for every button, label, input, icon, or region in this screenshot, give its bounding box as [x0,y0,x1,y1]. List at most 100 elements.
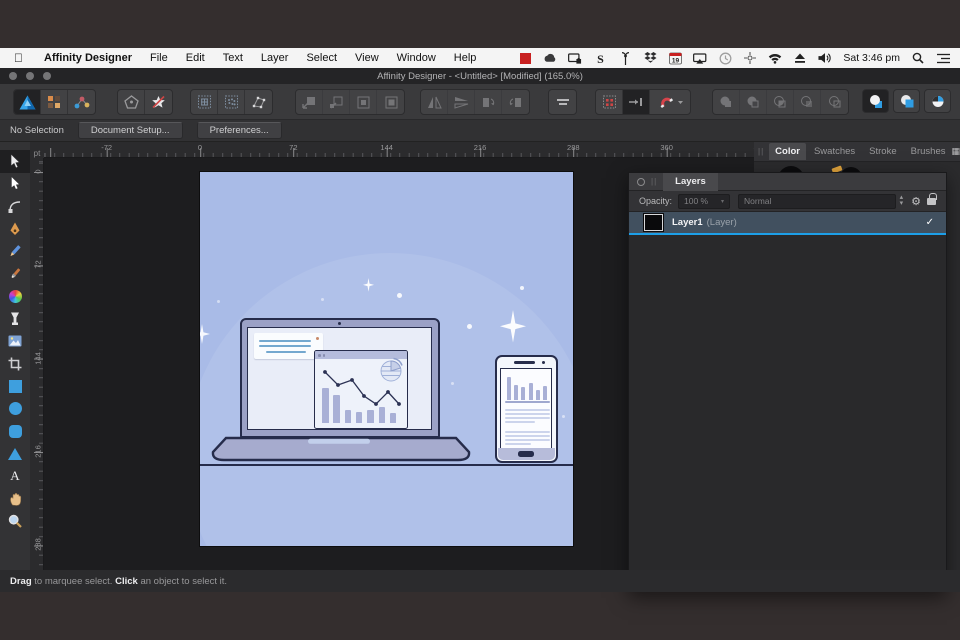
window-title-bar[interactable]: Affinity Designer - <Untitled> [Modified… [0,68,960,84]
tool-ellipse[interactable] [0,398,30,421]
tool-rounded-rectangle[interactable] [0,420,30,443]
layer-row[interactable]: Layer1 (Layer) ✓ [629,212,946,235]
dropbox-icon[interactable] [643,51,657,65]
eject-icon[interactable] [793,51,807,65]
document-setup-button[interactable]: Document Setup... [77,122,183,139]
panel-menu-icon[interactable]: ▦▾ [951,146,960,157]
boolean-subtract-button[interactable] [740,90,767,114]
display-mirror-icon[interactable] [568,51,582,65]
menu-view[interactable]: View [346,52,388,64]
designer-persona-button[interactable] [14,90,41,114]
notification-center-icon[interactable] [936,51,950,65]
layers-tab[interactable]: Layers [663,172,718,191]
dot-grid-button[interactable] [218,90,245,114]
show-grid-button[interactable] [191,90,218,114]
menu-text[interactable]: Text [214,52,252,64]
horizontal-ruler[interactable]: -72072144216288360432 [44,142,754,158]
rotate-cw-button[interactable] [502,90,529,114]
time-machine-icon[interactable] [718,51,732,65]
pixel-persona-button[interactable] [41,90,68,114]
insert-behind-button[interactable] [296,90,323,114]
tool-transparency[interactable] [0,308,30,331]
tool-node[interactable] [0,173,30,196]
sparkle-dot [520,286,524,290]
replace-selection-button[interactable] [377,90,404,114]
insert-on-top-button[interactable] [323,90,350,114]
cloud-icon[interactable] [543,51,557,65]
menu-bar-clock[interactable]: Sat 3:46 pm [843,52,900,64]
panel-tab-color[interactable]: Color [769,143,806,160]
tool-zoom[interactable] [0,510,30,533]
boolean-divide-button[interactable] [794,90,821,114]
wifi-icon[interactable] [768,51,782,65]
panel-drag-handle[interactable]: || [758,147,764,156]
apple-menu-icon[interactable]:  [14,51,23,65]
transform-grid-button[interactable] [245,90,272,114]
flip-horizontal-button[interactable] [421,90,448,114]
menu-affinity-designer[interactable]: Affinity Designer [35,52,141,64]
tool-vector-crop[interactable] [0,353,30,376]
blend-mode-dropdown[interactable]: Normal [738,193,896,209]
layers-panel-header[interactable]: || Layers [629,172,946,191]
panel-tab-stroke[interactable]: Stroke [863,143,902,160]
v-ruler-label: 288 [33,538,43,552]
to-front-button[interactable] [862,89,889,113]
volume-icon[interactable] [818,51,832,65]
layers-panel-body[interactable] [629,235,946,571]
panel-tab-swatches[interactable]: Swatches [808,143,861,160]
layer-visibility-checkbox[interactable]: ✓ [926,217,934,228]
rotate-ccw-button[interactable] [475,90,502,114]
star-no-snap-button[interactable] [145,90,172,114]
panel-tab-brushes[interactable]: Brushes [905,143,952,160]
layer-thumbnail[interactable] [643,213,664,232]
snapping-magnet-button[interactable] [650,90,690,114]
tool-rectangle[interactable] [0,375,30,398]
menu-window[interactable]: Window [388,52,445,64]
spotlight-search-icon[interactable] [911,51,925,65]
menu-help[interactable]: Help [445,52,486,64]
skype-icon[interactable]: S [593,51,607,65]
menu-file[interactable]: File [141,52,177,64]
boolean-combine-button[interactable] [821,90,848,114]
tool-triangle[interactable] [0,443,30,466]
ruler-unit[interactable]: pt [30,142,44,158]
menu-edit[interactable]: Edit [177,52,214,64]
accessibility-icon[interactable] [743,51,757,65]
menu-select[interactable]: Select [297,52,346,64]
record-icon[interactable] [518,51,532,65]
document-canvas[interactable] [200,172,573,546]
airplay-icon[interactable] [693,51,707,65]
layer-settings-gear-icon[interactable]: ⚙ [911,195,921,208]
notification-text-line [266,351,306,353]
transparency-mode-button[interactable] [924,89,951,113]
layer-lock-icon[interactable] [927,192,937,205]
tool-view[interactable] [0,488,30,511]
alignment-button[interactable] [549,90,576,114]
insert-inside-button[interactable] [350,90,377,114]
tool-pencil[interactable] [0,240,30,263]
antenna-icon[interactable] [618,51,632,65]
vertical-ruler[interactable]: 0 72 144 216 288 [30,158,44,570]
menu-layer[interactable]: Layer [252,52,298,64]
calendar-icon[interactable]: 19 [668,51,682,65]
boolean-add-button[interactable] [713,90,740,114]
pentagon-snap-button[interactable] [118,90,145,114]
export-persona-button[interactable] [68,90,95,114]
pixel-align-button[interactable] [596,90,623,114]
tool-move[interactable] [0,150,30,173]
opacity-dropdown[interactable]: 100 % ▾ [678,193,731,209]
preferences-button[interactable]: Preferences... [196,122,282,139]
boolean-intersect-button[interactable] [767,90,794,114]
blend-stepper-icon[interactable]: ▴ ▾ [900,194,904,207]
tool-pen[interactable] [0,218,30,241]
to-back-button[interactable] [893,89,920,113]
tool-corner[interactable] [0,195,30,218]
macos-screen:  Affinity DesignerFileEditTextLayerSele… [0,48,960,592]
flip-vertical-button[interactable] [448,90,475,114]
tool-text[interactable]: A [0,465,30,488]
tool-brush[interactable] [0,263,30,286]
tool-place-image[interactable] [0,330,30,353]
tool-fill[interactable] [0,285,30,308]
move-by-whole-pixels-button[interactable] [623,90,650,114]
panel-close-icon[interactable] [637,177,645,186]
